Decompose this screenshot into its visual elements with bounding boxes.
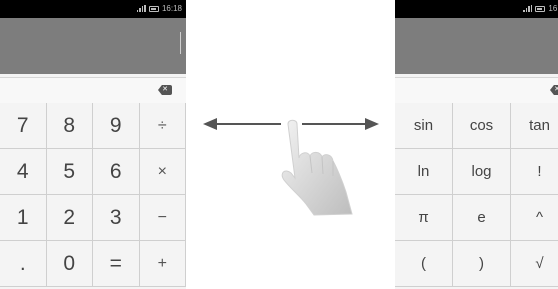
status-time: 16:2 xyxy=(548,4,558,13)
battery-icon xyxy=(148,5,159,12)
key-9[interactable]: 9 xyxy=(93,103,140,149)
key-e[interactable]: e xyxy=(453,195,511,241)
backspace-row: ✕ xyxy=(0,77,186,104)
key-sqrt[interactable]: √ xyxy=(511,241,558,287)
key-minus[interactable]: − xyxy=(139,195,186,241)
key-tan[interactable]: tan xyxy=(511,103,558,149)
backspace-row: ✕ xyxy=(395,77,558,104)
key-close-paren[interactable]: ) xyxy=(453,241,511,287)
key-6[interactable]: 6 xyxy=(93,149,140,195)
arrow-left-icon xyxy=(203,118,281,130)
battery-icon xyxy=(535,5,546,12)
key-factorial[interactable]: ! xyxy=(511,149,558,195)
key-2[interactable]: 2 xyxy=(46,195,93,241)
key-cos[interactable]: cos xyxy=(453,103,511,149)
key-5[interactable]: 5 xyxy=(46,149,93,195)
key-3[interactable]: 3 xyxy=(93,195,140,241)
status-bar: 16:18 xyxy=(0,0,186,18)
key-1[interactable]: 1 xyxy=(0,195,47,241)
text-cursor xyxy=(180,32,181,54)
backspace-icon[interactable]: ✕ xyxy=(550,85,558,95)
calculator-display[interactable] xyxy=(395,18,558,74)
key-multiply[interactable]: × xyxy=(139,149,186,195)
status-bar: 16:2 xyxy=(395,0,558,18)
advanced-keypad: sin cos tan ln log ! π e ^ ( ) √ xyxy=(395,103,558,287)
signal-icon xyxy=(136,5,146,12)
calculator-display[interactable] xyxy=(0,18,186,74)
key-ln[interactable]: ln xyxy=(395,149,453,195)
key-plus[interactable]: + xyxy=(139,241,186,287)
key-0[interactable]: 0 xyxy=(46,241,93,287)
calculator-advanced-screen: 16:2 ✕ sin cos tan ln log ! π e ^ ( ) √ xyxy=(395,0,558,289)
key-power[interactable]: ^ xyxy=(511,195,558,241)
basic-keypad: 7 8 9 ÷ 4 5 6 × 1 2 3 − . 0 = + xyxy=(0,103,186,287)
swipe-hand-icon xyxy=(281,119,353,216)
calculator-basic-screen: 16:18 ✕ 7 8 9 ÷ 4 5 6 × 1 2 3 − . 0 = + xyxy=(0,0,186,289)
signal-icon xyxy=(523,5,533,12)
key-equals[interactable]: = xyxy=(93,241,140,287)
key-divide[interactable]: ÷ xyxy=(139,103,186,149)
backspace-icon[interactable]: ✕ xyxy=(158,85,172,95)
key-open-paren[interactable]: ( xyxy=(395,241,453,287)
status-time: 16:18 xyxy=(161,4,182,13)
key-sin[interactable]: sin xyxy=(395,103,453,149)
key-pi[interactable]: π xyxy=(395,195,453,241)
key-log[interactable]: log xyxy=(453,149,511,195)
key-4[interactable]: 4 xyxy=(0,149,47,195)
key-decimal[interactable]: . xyxy=(0,241,47,287)
key-8[interactable]: 8 xyxy=(46,103,93,149)
key-7[interactable]: 7 xyxy=(0,103,47,149)
